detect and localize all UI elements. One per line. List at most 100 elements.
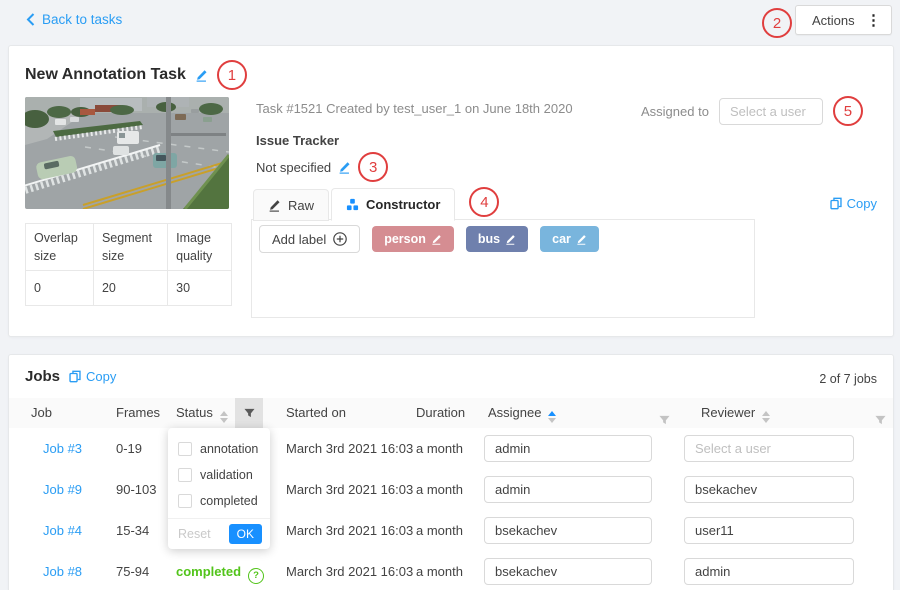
filter-ok-button[interactable]: OK bbox=[229, 524, 262, 544]
col-reviewer[interactable]: Reviewer bbox=[701, 398, 770, 428]
jobs-table-header: Job Frames Status Started on Duration As… bbox=[9, 398, 893, 429]
assignee-sort-icon[interactable] bbox=[548, 411, 556, 423]
chevron-left-icon bbox=[26, 13, 35, 26]
cvat-task-page: Back to tasks 2 Actions ⋮ New Annotation… bbox=[0, 0, 900, 590]
col-assignee-label: Assignee bbox=[488, 405, 541, 420]
job-row-4: Job #4 15-34 March 3rd 2021 16:03 a mont… bbox=[9, 510, 893, 552]
plus-circle-icon bbox=[333, 232, 347, 246]
edit-label-person-icon[interactable] bbox=[431, 234, 442, 245]
label-chip-person[interactable]: person bbox=[372, 226, 454, 252]
help-circle-icon[interactable]: ? bbox=[248, 568, 264, 584]
jobs-card: Jobs Copy 2 of 7 jobs Job Frames Status … bbox=[8, 354, 894, 590]
edit-label-bus-icon[interactable] bbox=[505, 234, 516, 245]
job-4-frames: 15-34 bbox=[116, 510, 149, 551]
job-8-link[interactable]: Job #8 bbox=[43, 551, 82, 590]
annotation-circle-4: 4 bbox=[469, 187, 499, 217]
tab-constructor[interactable]: Constructor bbox=[331, 188, 455, 221]
filter-reset-button[interactable]: Reset bbox=[178, 527, 211, 541]
filter-option-annotation[interactable]: annotation bbox=[168, 436, 270, 462]
label-chip-car[interactable]: car bbox=[540, 226, 599, 252]
labels-tabs: Raw Constructor 4 bbox=[253, 187, 499, 221]
jobs-copy-link[interactable]: Copy bbox=[69, 369, 116, 384]
filter-option-completed[interactable]: completed bbox=[168, 488, 270, 514]
constructor-tab-label: Constructor bbox=[366, 197, 440, 212]
col-status-label: Status bbox=[176, 405, 213, 420]
checkbox-validation[interactable] bbox=[178, 468, 192, 482]
issue-tracker-row: Not specified 3 bbox=[256, 152, 388, 182]
col-status[interactable]: Status bbox=[176, 398, 228, 428]
job-8-assignee-select[interactable]: bsekachev bbox=[484, 558, 652, 585]
task-title-row: New Annotation Task 1 bbox=[25, 60, 247, 90]
job-3-assignee-select[interactable]: admin bbox=[484, 435, 652, 462]
annotation-circle-1: 1 bbox=[217, 60, 247, 90]
add-label-text: Add label bbox=[272, 232, 326, 247]
job-4-duration: a month bbox=[416, 510, 463, 551]
col-job: Job bbox=[31, 398, 52, 428]
job-3-link[interactable]: Job #3 bbox=[43, 428, 82, 469]
add-label-button[interactable]: Add label bbox=[259, 225, 360, 253]
edit-title-icon[interactable] bbox=[195, 69, 208, 82]
param-value-segment: 20 bbox=[93, 271, 167, 306]
job-4-assignee-select[interactable]: bsekachev bbox=[484, 517, 652, 544]
job-9-reviewer-value: bsekachev bbox=[695, 482, 757, 497]
task-params-table: Overlap size Segment size Image quality … bbox=[25, 223, 232, 306]
edit-label-car-icon[interactable] bbox=[576, 234, 587, 245]
job-3-reviewer-select[interactable]: Select a user bbox=[684, 435, 854, 462]
param-header-overlap: Overlap size bbox=[26, 224, 94, 271]
filter-option-annotation-label: annotation bbox=[200, 442, 258, 456]
job-8-reviewer-value: admin bbox=[695, 564, 730, 579]
task-assignee-placeholder: Select a user bbox=[730, 104, 806, 119]
job-8-frames: 75-94 bbox=[116, 551, 149, 590]
checkbox-completed[interactable] bbox=[178, 494, 192, 508]
assigned-to-row: Assigned to Select a user 5 bbox=[641, 96, 863, 126]
tab-raw[interactable]: Raw bbox=[253, 189, 329, 221]
status-filter-button[interactable] bbox=[235, 398, 263, 428]
label-chip-bus[interactable]: bus bbox=[466, 226, 528, 252]
job-9-frames: 90-103 bbox=[116, 469, 156, 510]
checkbox-annotation[interactable] bbox=[178, 442, 192, 456]
task-assignee-select[interactable]: Select a user bbox=[719, 98, 823, 125]
job-8-assignee-value: bsekachev bbox=[495, 564, 557, 579]
job-3-started: March 3rd 2021 16:03 bbox=[286, 428, 413, 469]
job-9-duration: a month bbox=[416, 469, 463, 510]
jobs-title-row: Jobs Copy bbox=[25, 368, 116, 385]
back-to-tasks-link[interactable]: Back to tasks bbox=[26, 12, 122, 27]
job-4-assignee-value: bsekachev bbox=[495, 523, 557, 538]
status-sort-icon[interactable] bbox=[220, 411, 228, 423]
back-to-tasks-label: Back to tasks bbox=[42, 12, 122, 27]
more-vertical-icon: ⋮ bbox=[866, 11, 881, 29]
jobs-copy-label: Copy bbox=[86, 369, 116, 384]
task-meta: Task #1521 Created by test_user_1 on Jun… bbox=[256, 101, 573, 116]
jobs-copy-icon bbox=[69, 370, 81, 383]
filter-option-completed-label: completed bbox=[200, 494, 258, 508]
job-9-link[interactable]: Job #9 bbox=[43, 469, 82, 510]
job-8-reviewer-select[interactable]: admin bbox=[684, 558, 854, 585]
job-3-assignee-value: admin bbox=[495, 441, 530, 456]
job-8-started: March 3rd 2021 16:03 bbox=[286, 551, 413, 590]
job-9-started: March 3rd 2021 16:03 bbox=[286, 469, 413, 510]
job-4-reviewer-select[interactable]: user11 bbox=[684, 517, 854, 544]
task-title: New Annotation Task bbox=[25, 66, 186, 84]
col-duration: Duration bbox=[416, 398, 465, 428]
job-8-duration: a month bbox=[416, 551, 463, 590]
job-4-reviewer-value: user11 bbox=[695, 523, 734, 538]
job-9-reviewer-select[interactable]: bsekachev bbox=[684, 476, 854, 503]
job-4-started: March 3rd 2021 16:03 bbox=[286, 510, 413, 551]
status-filter-dropdown: annotation validation completed Reset OK bbox=[168, 428, 270, 549]
filter-option-validation[interactable]: validation bbox=[168, 462, 270, 488]
col-assignee[interactable]: Assignee bbox=[488, 398, 556, 428]
job-row-8: Job #8 75-94 completed? March 3rd 2021 1… bbox=[9, 551, 893, 590]
job-4-link[interactable]: Job #4 bbox=[43, 510, 82, 551]
edit-issue-tracker-icon[interactable] bbox=[338, 161, 351, 174]
copy-icon bbox=[830, 197, 842, 210]
filter-footer: Reset OK bbox=[168, 518, 270, 549]
jobs-title: Jobs bbox=[25, 368, 60, 385]
issue-tracker-label: Issue Tracker bbox=[256, 133, 339, 148]
param-header-segment: Segment size bbox=[93, 224, 167, 271]
job-9-assignee-select[interactable]: admin bbox=[484, 476, 652, 503]
reviewer-sort-icon[interactable] bbox=[762, 411, 770, 423]
labels-copy-link[interactable]: Copy bbox=[830, 196, 877, 211]
job-9-assignee-value: admin bbox=[495, 482, 530, 497]
assignee-filter-funnel-icon bbox=[659, 415, 670, 426]
actions-button[interactable]: Actions ⋮ bbox=[795, 5, 892, 35]
